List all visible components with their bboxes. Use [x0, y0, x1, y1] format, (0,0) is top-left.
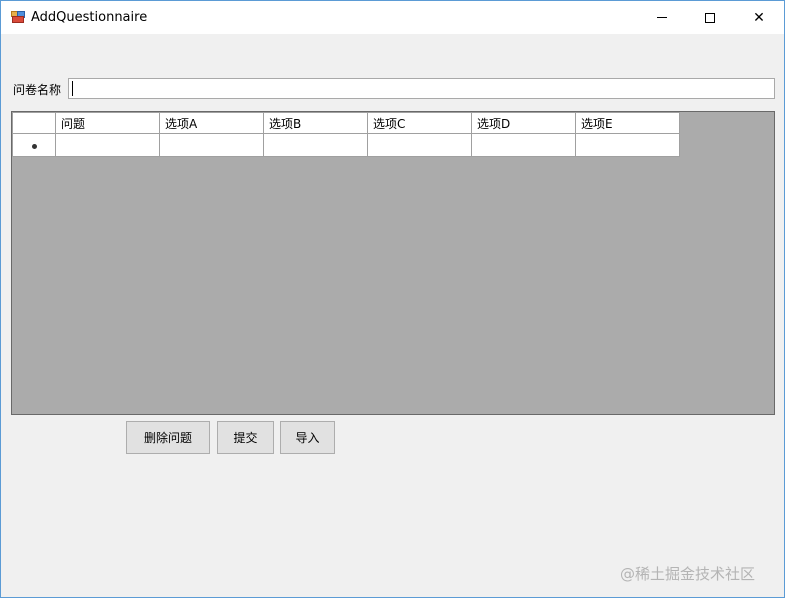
- minimize-icon: [657, 17, 667, 18]
- new-row-marker-icon: [31, 144, 37, 149]
- title-bar[interactable]: AddQuestionnaire ✕: [1, 1, 784, 34]
- grid-new-row[interactable]: [12, 133, 680, 157]
- import-button[interactable]: 导入: [280, 421, 335, 454]
- text-caret: [72, 81, 73, 96]
- row-header[interactable]: [12, 133, 56, 157]
- cell-option-e[interactable]: [575, 133, 680, 157]
- close-icon: ✕: [753, 9, 765, 26]
- column-header-option-c[interactable]: 选项C: [367, 112, 472, 134]
- close-button[interactable]: ✕: [736, 1, 782, 34]
- cell-option-c[interactable]: [367, 133, 472, 157]
- cell-option-b[interactable]: [263, 133, 368, 157]
- column-header-question[interactable]: 问题: [55, 112, 160, 134]
- questions-table: 问题 选项A 选项B 选项C 选项D 选项E: [12, 112, 680, 157]
- questionnaire-name-input[interactable]: [68, 78, 775, 99]
- cell-question[interactable]: [55, 133, 160, 157]
- app-icon: [11, 11, 25, 23]
- maximize-button[interactable]: [687, 1, 733, 34]
- window-title: AddQuestionnaire: [31, 10, 148, 25]
- delete-question-button[interactable]: 删除问题: [126, 421, 210, 454]
- submit-button[interactable]: 提交: [217, 421, 274, 454]
- grid-header-row: 问题 选项A 选项B 选项C 选项D 选项E: [12, 112, 680, 134]
- minimize-button[interactable]: [639, 1, 685, 34]
- questions-grid[interactable]: 问题 选项A 选项B 选项C 选项D 选项E: [11, 111, 775, 415]
- cell-option-d[interactable]: [471, 133, 576, 157]
- column-header-option-b[interactable]: 选项B: [263, 112, 368, 134]
- grid-corner-header[interactable]: [12, 112, 56, 134]
- watermark: @稀土掘金技术社区: [620, 565, 756, 583]
- maximize-icon: [705, 12, 715, 23]
- app-window: AddQuestionnaire ✕ 问卷名称 问题 选项A 选项B 选项C 选…: [0, 0, 785, 598]
- column-header-option-e[interactable]: 选项E: [575, 112, 680, 134]
- column-header-option-d[interactable]: 选项D: [471, 112, 576, 134]
- cell-option-a[interactable]: [159, 133, 264, 157]
- questionnaire-name-label: 问卷名称: [13, 83, 62, 97]
- column-header-option-a[interactable]: 选项A: [159, 112, 264, 134]
